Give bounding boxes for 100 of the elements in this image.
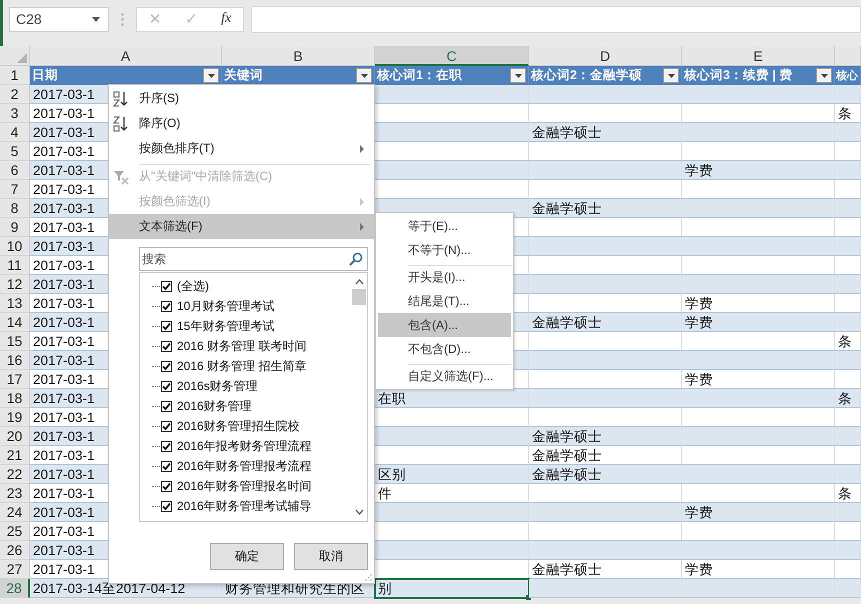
checkbox[interactable]: [161, 460, 172, 472]
scrollbar-thumb[interactable]: [352, 289, 366, 305]
cell-text: 金融学硕士: [532, 429, 602, 444]
column-header[interactable]: D: [529, 46, 682, 66]
menu-item[interactable]: 结尾是(T)...: [378, 289, 511, 313]
value-list-item[interactable]: 2016 财务管理 招生简章: [152, 356, 351, 376]
menu-item[interactable]: 文本筛选(F): [109, 214, 374, 239]
value-list-item[interactable]: 2016财务管理招生院校: [152, 416, 351, 436]
filter-dropdown-button[interactable]: [203, 68, 219, 83]
header-text: 核心: [836, 68, 858, 83]
row-number[interactable]: 17: [0, 370, 30, 389]
cancel-button[interactable]: 取消: [294, 543, 368, 570]
submenu-arrow-icon: [360, 222, 364, 230]
value-list-item[interactable]: 2016 财务管理 联考时间: [152, 336, 351, 356]
table-cell: [835, 275, 861, 294]
column-header[interactable]: C: [375, 46, 529, 66]
row-number[interactable]: 24: [0, 503, 30, 522]
checkbox[interactable]: [161, 500, 172, 512]
row-number[interactable]: 28: [0, 579, 30, 598]
menu-item[interactable]: 不等于(N)...: [378, 238, 511, 262]
cell-text: 2017-03-1: [33, 163, 95, 178]
value-list-item[interactable]: 2016财务管理: [152, 396, 351, 416]
row-number[interactable]: 12: [0, 275, 30, 294]
checkbox[interactable]: [161, 400, 172, 412]
formula-input[interactable]: [251, 6, 861, 32]
row-number[interactable]: 19: [0, 408, 30, 427]
filter-dropdown-button[interactable]: [816, 68, 832, 83]
cell-text: 学费: [685, 163, 713, 178]
menu-item[interactable]: 包含(A)...: [378, 313, 511, 337]
row-number[interactable]: 27: [0, 560, 30, 579]
value-list-item[interactable]: (全选): [152, 276, 351, 296]
row-number[interactable]: 9: [0, 218, 30, 237]
row-number[interactable]: 5: [0, 142, 30, 161]
column-header[interactable]: A: [30, 46, 222, 66]
row-number[interactable]: 13: [0, 294, 30, 313]
row-number[interactable]: 1: [0, 66, 30, 85]
column-header[interactable]: E: [682, 46, 835, 66]
cell-text: 条: [838, 486, 852, 501]
row-number[interactable]: 16: [0, 351, 30, 370]
table-cell: [835, 579, 861, 598]
menu-item[interactable]: 降序(O): [109, 111, 374, 136]
menu-item[interactable]: 不包含(D)...: [378, 337, 511, 361]
checkbox[interactable]: [161, 380, 172, 392]
column-header[interactable]: B: [222, 46, 375, 66]
menu-item[interactable]: 升序(S): [109, 86, 374, 111]
scroll-up-icon[interactable]: [354, 279, 364, 285]
menu-item[interactable]: 等于(E)...: [378, 214, 511, 238]
cell-text: 金融学硕士: [532, 467, 602, 482]
cell-text: 金融学硕士: [532, 562, 602, 577]
row-number[interactable]: 10: [0, 237, 30, 256]
row-number[interactable]: 18: [0, 389, 30, 408]
checkbox[interactable]: [161, 300, 172, 312]
menu-item[interactable]: 按颜色排序(T): [109, 136, 374, 161]
value-list-item[interactable]: 2016年财务管理报考流程: [152, 456, 351, 476]
value-list-item[interactable]: 2016年财务管理考试辅导: [152, 496, 351, 516]
cell-text: 学费: [685, 562, 713, 577]
resize-grip-icon[interactable]: [365, 574, 372, 581]
checkbox[interactable]: [161, 440, 172, 452]
cell-text: 2017-03-1: [33, 201, 95, 216]
filter-dropdown-button[interactable]: [356, 68, 372, 83]
row-number[interactable]: 4: [0, 123, 30, 142]
grip-icon: [121, 12, 124, 26]
value-list-item[interactable]: 10月财务管理考试: [152, 296, 351, 316]
row-number[interactable]: 20: [0, 427, 30, 446]
filter-dropdown-button[interactable]: [663, 68, 679, 83]
cell-text: 学费: [685, 372, 713, 387]
row-number[interactable]: 23: [0, 484, 30, 503]
cell-text: 学费: [685, 505, 713, 520]
row-number[interactable]: 14: [0, 313, 30, 332]
row-number[interactable]: 26: [0, 541, 30, 560]
checkbox[interactable]: [161, 320, 172, 332]
table-cell: [835, 541, 861, 560]
row-number[interactable]: 15: [0, 332, 30, 351]
row-number[interactable]: 6: [0, 161, 30, 180]
cell-text: 条: [838, 334, 852, 349]
ok-button[interactable]: 确定: [210, 543, 284, 570]
checkbox[interactable]: [161, 480, 172, 492]
checkbox[interactable]: [161, 420, 172, 432]
row-number[interactable]: 22: [0, 465, 30, 484]
insert-function-button[interactable]: fx: [221, 11, 232, 27]
value-list-item[interactable]: 2016s财务管理: [152, 376, 351, 396]
name-box[interactable]: C28: [9, 6, 109, 32]
row-number[interactable]: 25: [0, 522, 30, 541]
row-number[interactable]: 3: [0, 104, 30, 123]
row-number[interactable]: 7: [0, 180, 30, 199]
row-number[interactable]: 8: [0, 199, 30, 218]
value-list-item[interactable]: 2016年报考财务管理流程: [152, 436, 351, 456]
value-list-item[interactable]: 2016年财务管理报名时间: [152, 476, 351, 496]
search-field[interactable]: 搜索: [139, 247, 368, 271]
cell-text: 学费: [685, 296, 713, 311]
row-number[interactable]: 11: [0, 256, 30, 275]
checkbox[interactable]: [161, 360, 172, 372]
scroll-down-icon[interactable]: [354, 509, 364, 515]
row-number[interactable]: 2: [0, 85, 30, 104]
cell-text: 金融学硕士: [532, 201, 602, 216]
checkbox[interactable]: [161, 340, 172, 352]
row-number[interactable]: 21: [0, 446, 30, 465]
checkbox[interactable]: [161, 280, 172, 292]
value-list-item[interactable]: 15年财务管理考试: [152, 316, 351, 336]
filter-dropdown-button[interactable]: [510, 68, 526, 83]
